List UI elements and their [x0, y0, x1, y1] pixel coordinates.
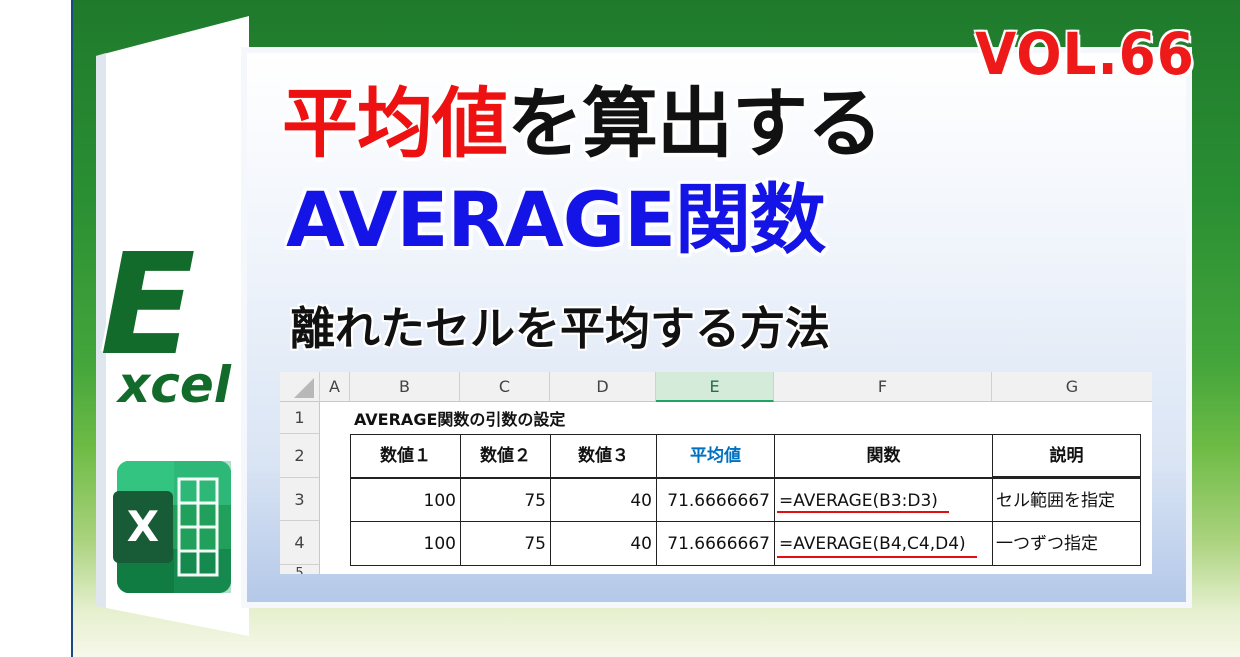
column-header-f[interactable]: F — [774, 372, 992, 402]
formula-underline-1 — [777, 511, 949, 513]
column-header-d[interactable]: D — [550, 372, 656, 402]
row-header-1[interactable]: 1 — [280, 402, 320, 434]
excel-logo-text: xcel — [118, 356, 231, 414]
cell-c4[interactable]: 75 — [460, 521, 551, 566]
row-header-5[interactable]: 5 — [280, 565, 320, 574]
cell-f4[interactable]: =AVERAGE(B4,C4,D4) — [774, 521, 993, 566]
title-rest: を算出する — [507, 79, 883, 168]
column-header-c[interactable]: C — [460, 372, 550, 402]
select-all-corner[interactable] — [280, 372, 320, 402]
cell-d4[interactable]: 40 — [550, 521, 657, 566]
spreadsheet: A B C D E F G 1 2 3 4 5 AVERAGE関数の引数の設定 … — [280, 372, 1152, 574]
row-header-4[interactable]: 4 — [280, 521, 320, 565]
cell-b4[interactable]: 100 — [350, 521, 461, 566]
header-value-1[interactable]: 数値１ — [350, 434, 461, 479]
cell-d3[interactable]: 40 — [550, 478, 657, 522]
volume-badge: VOL.66 — [975, 20, 1195, 88]
cell-e3[interactable]: 71.6666667 — [656, 478, 775, 522]
header-function[interactable]: 関数 — [774, 434, 993, 479]
column-header-e[interactable]: E — [656, 372, 774, 402]
row-header-3[interactable]: 3 — [280, 478, 320, 521]
cell-f3[interactable]: =AVERAGE(B3:D3) — [774, 478, 993, 522]
subtitle: 離れたセルを平均する方法 — [290, 302, 831, 355]
excel-logo-e: E — [100, 224, 196, 387]
row-header-2[interactable]: 2 — [280, 434, 320, 478]
column-header-a[interactable]: A — [320, 372, 350, 402]
cell-b3[interactable]: 100 — [350, 478, 461, 522]
excel-app-icon: X — [113, 461, 231, 593]
column-header-b[interactable]: B — [350, 372, 460, 402]
title-line-2: AVERAGE関数 — [286, 175, 826, 264]
cell-g4[interactable]: 一つずつ指定 — [992, 521, 1141, 566]
header-value-3[interactable]: 数値３ — [550, 434, 657, 479]
corner-triangle-icon — [294, 378, 314, 398]
cell-g3[interactable]: セル範囲を指定 — [992, 478, 1141, 522]
column-header-g[interactable]: G — [992, 372, 1152, 402]
header-value-2[interactable]: 数値２ — [460, 434, 551, 479]
sheet-caption[interactable]: AVERAGE関数の引数の設定 — [354, 408, 565, 432]
excel-icon-letter: X — [127, 502, 159, 551]
formula-underline-2 — [777, 556, 977, 558]
cell-e4[interactable]: 71.6666667 — [656, 521, 775, 566]
cell-c3[interactable]: 75 — [460, 478, 551, 522]
header-description[interactable]: 説明 — [992, 434, 1141, 479]
title-highlight: 平均値 — [282, 79, 508, 168]
header-average[interactable]: 平均値 — [656, 434, 775, 479]
title-line-1: 平均値を算出する — [282, 86, 883, 162]
